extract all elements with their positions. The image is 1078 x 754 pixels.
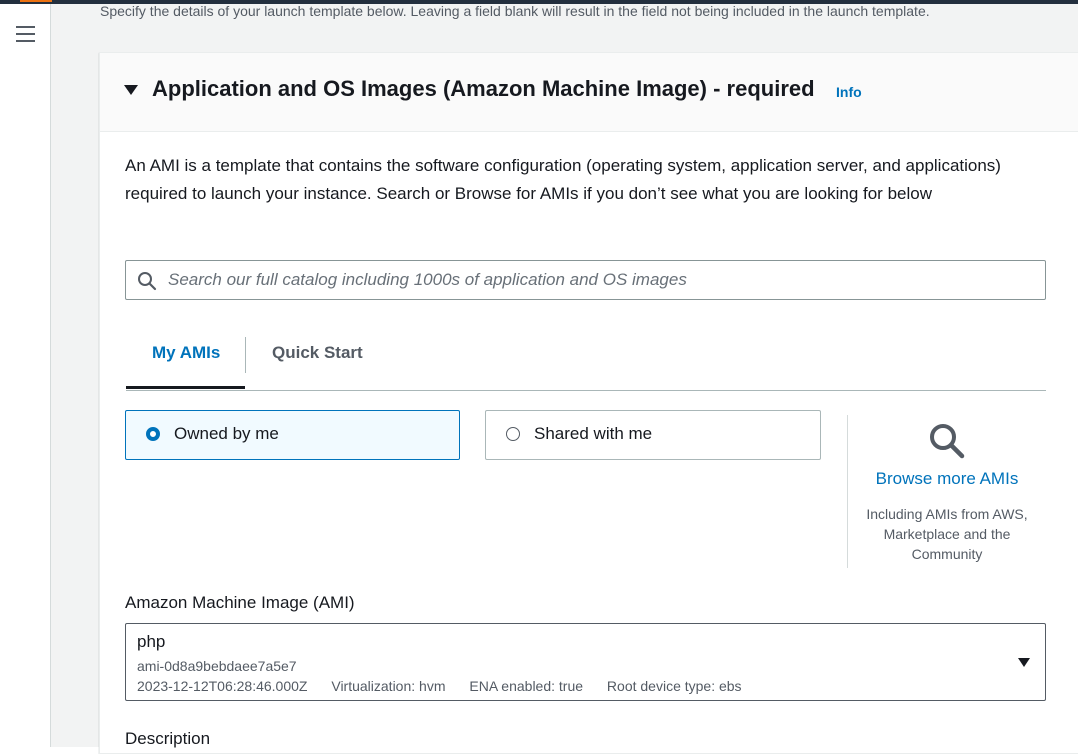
aws-accent <box>20 0 52 2</box>
ami-search-box[interactable] <box>125 260 1046 300</box>
menu-icon[interactable] <box>16 26 35 42</box>
caret-down-icon[interactable] <box>124 85 138 95</box>
ami-root-device: Root device type: ebs <box>606 678 742 694</box>
ami-field-label: Amazon Machine Image (AMI) <box>125 593 355 612</box>
description-label: Description <box>125 729 211 748</box>
owned-by-me-radio[interactable] <box>146 427 160 441</box>
shared-with-me-option[interactable]: Shared with me <box>485 410 821 460</box>
ami-virtualization: Virtualization: hvm <box>331 678 446 694</box>
section-header: Application and OS Images (Amazon Machin… <box>100 53 1078 132</box>
ami-meta: 2023-12-12T06:28:46.000Z Virtualization:… <box>137 678 762 694</box>
tab-quick-start[interactable]: Quick Start <box>272 343 363 363</box>
ami-tabs: My AMIs Quick Start <box>126 321 1046 391</box>
section-title: Application and OS Images (Amazon Machin… <box>152 76 815 101</box>
ami-id: ami-0d8a9bebdaee7a5e7 <box>137 658 297 674</box>
tab-divider <box>245 337 246 373</box>
intro-text: Specify the details of your launch templ… <box>100 3 930 19</box>
ami-section-panel: Application and OS Images (Amazon Machin… <box>99 52 1078 754</box>
browse-more-amis-link[interactable]: Browse more AMIs <box>847 469 1047 489</box>
side-navigation-rail <box>0 4 51 747</box>
info-link[interactable]: Info <box>836 84 862 100</box>
tab-my-amis[interactable]: My AMIs <box>152 343 220 363</box>
chevron-down-icon[interactable] <box>1018 658 1030 667</box>
ami-created: 2023-12-12T06:28:46.000Z <box>137 678 308 694</box>
shared-with-me-label: Shared with me <box>534 424 653 443</box>
browse-subtext: Including AMIs from AWS, Marketplace and… <box>866 506 1028 562</box>
active-tab-indicator <box>126 386 245 389</box>
ami-ena: ENA enabled: true <box>469 678 584 694</box>
search-icon <box>138 272 157 291</box>
owned-by-me-label: Owned by me <box>174 424 279 443</box>
ami-name: php <box>137 632 166 651</box>
shared-with-me-radio[interactable] <box>506 427 520 441</box>
magnifier-icon[interactable] <box>928 422 966 460</box>
search-input[interactable] <box>166 263 1030 297</box>
owned-by-me-option[interactable]: Owned by me <box>125 410 460 460</box>
section-description: An AMI is a template that contains the s… <box>125 156 1001 203</box>
ami-select[interactable]: php ami-0d8a9bebdaee7a5e7 2023-12-12T06:… <box>125 623 1046 701</box>
